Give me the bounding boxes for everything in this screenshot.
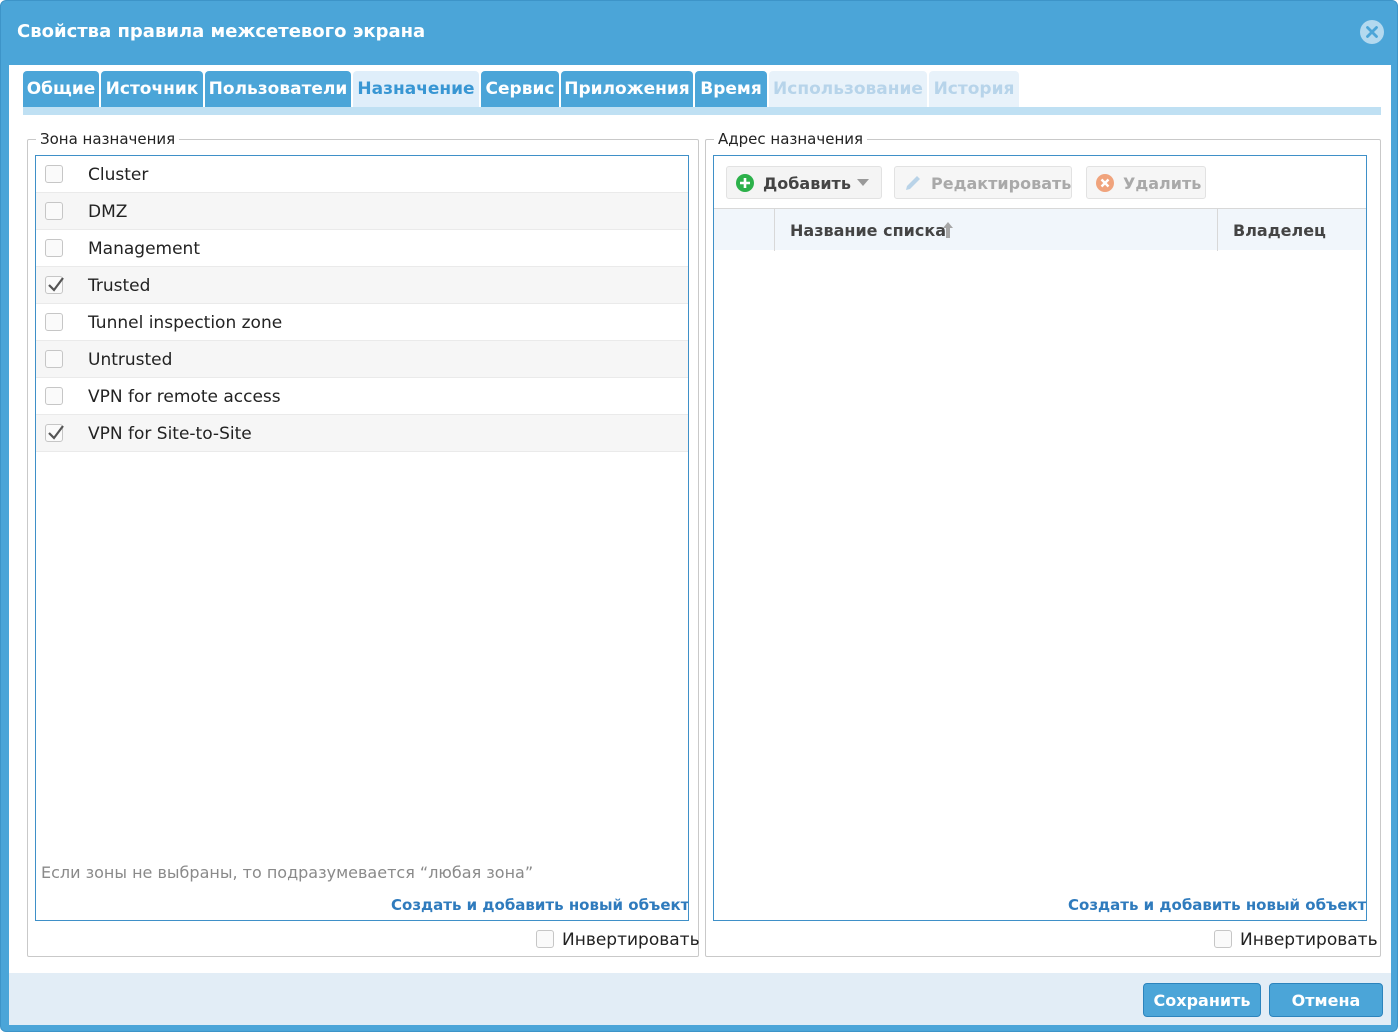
column-separator [774,209,775,251]
zone-checkbox[interactable] [45,350,63,368]
zone-checkbox-checked[interactable] [45,276,64,294]
pencil-icon [906,176,920,190]
plus-circle-icon [736,174,754,192]
zone-row-untrusted[interactable]: Untrusted [36,341,688,378]
close-button[interactable] [1360,20,1384,44]
column-name-label: Название списка [790,221,946,240]
cancel-button[interactable]: Отмена [1269,983,1383,1017]
column-owner-label: Владелец [1233,221,1326,240]
zone-label: DMZ [88,202,128,222]
checkmark-icon [48,425,64,440]
tab-service[interactable]: Сервис [481,71,559,107]
title-bar[interactable]: Свойства правила межсетевого экрана [1,1,1397,65]
add-button-label: Добавить [763,174,851,193]
zone-row-trusted[interactable]: Trusted [36,267,688,304]
zone-row-vpn-remote[interactable]: VPN for remote access [36,378,688,415]
zone-checkbox[interactable] [45,165,63,183]
create-zone-link[interactable]: Создать и добавить новый объект [391,896,688,914]
zone-row-management[interactable]: Management [36,230,688,267]
invert-zone-checkbox[interactable] [536,930,554,948]
any-zone-hint: Если зоны не выбраны, то подразумевается… [41,863,534,882]
zone-checkbox[interactable] [45,387,63,405]
tab-applications[interactable]: Приложения [561,71,693,107]
zone-group: Зона назначения Cluster DMZ Management T… [27,130,700,957]
tab-general[interactable]: Общие [23,71,99,107]
delete-button-label: Удалить [1123,174,1202,193]
tab-users[interactable]: Пользователи [205,71,351,107]
zone-list: Cluster DMZ Management Trusted Tunnel in… [35,155,689,921]
tab-source[interactable]: Источник [101,71,203,107]
grid-header: Название списка Владелец [714,208,1366,251]
column-owner[interactable]: Владелец [1233,209,1363,251]
add-button[interactable]: Добавить [726,166,882,199]
zone-row-vpn-site[interactable]: VPN for Site-to-Site [36,415,688,452]
tab-strip [23,107,1381,115]
column-selector[interactable] [714,209,774,251]
dialog-footer: Сохранить Отмена [9,973,1391,1025]
zone-row-cluster[interactable]: Cluster [36,156,688,193]
invert-zone-label: Инвертировать [562,930,700,950]
zone-label: Tunnel inspection zone [88,313,283,333]
zone-checkbox[interactable] [45,313,63,331]
address-group-legend: Адрес назначения [714,130,868,148]
dialog-window: Свойства правила межсетевого экрана Общи… [0,0,1398,1032]
zone-label: Untrusted [88,350,173,370]
create-address-link[interactable]: Создать и добавить новый объект [1068,896,1366,914]
zone-row-tunnel-inspection[interactable]: Tunnel inspection zone [36,304,688,341]
invert-address-label: Инвертировать [1240,930,1378,950]
x-circle-icon [1096,174,1114,192]
save-button[interactable]: Сохранить [1143,983,1261,1017]
column-name[interactable]: Название списка [790,209,1210,251]
zone-label: Cluster [88,165,149,185]
zone-checkbox-checked[interactable] [45,424,64,442]
tab-time[interactable]: Время [695,71,767,107]
address-grid: Добавить Редактировать Удалить Название … [713,155,1367,921]
invert-address-checkbox[interactable] [1214,930,1232,948]
checkmark-icon [48,277,64,292]
zone-group-legend: Зона назначения [36,130,180,148]
chevron-down-icon [857,179,869,186]
close-circle-icon [1361,21,1383,43]
sort-ascending-arrow-icon [943,222,953,238]
dialog-title: Свойства правила межсетевого экрана [17,21,426,42]
tab-destination[interactable]: Назначение [353,71,479,111]
column-separator [1217,209,1218,251]
dialog-body: Общие Источник Пользователи Назначение С… [9,65,1391,1025]
tab-usage: Использование [769,71,927,107]
zone-label: VPN for Site-to-Site [88,424,252,444]
edit-button[interactable]: Редактировать [894,166,1072,199]
edit-button-label: Редактировать [931,174,1072,193]
zone-label: Management [88,239,200,259]
address-group: Адрес назначения Добавить Редактировать … [705,130,1381,957]
tab-history: История [929,71,1019,107]
zone-checkbox[interactable] [45,202,63,220]
zone-label: Trusted [88,276,151,296]
zone-label: VPN for remote access [88,387,281,407]
zone-checkbox[interactable] [45,239,63,257]
zone-row-dmz[interactable]: DMZ [36,193,688,230]
delete-button[interactable]: Удалить [1086,166,1206,199]
